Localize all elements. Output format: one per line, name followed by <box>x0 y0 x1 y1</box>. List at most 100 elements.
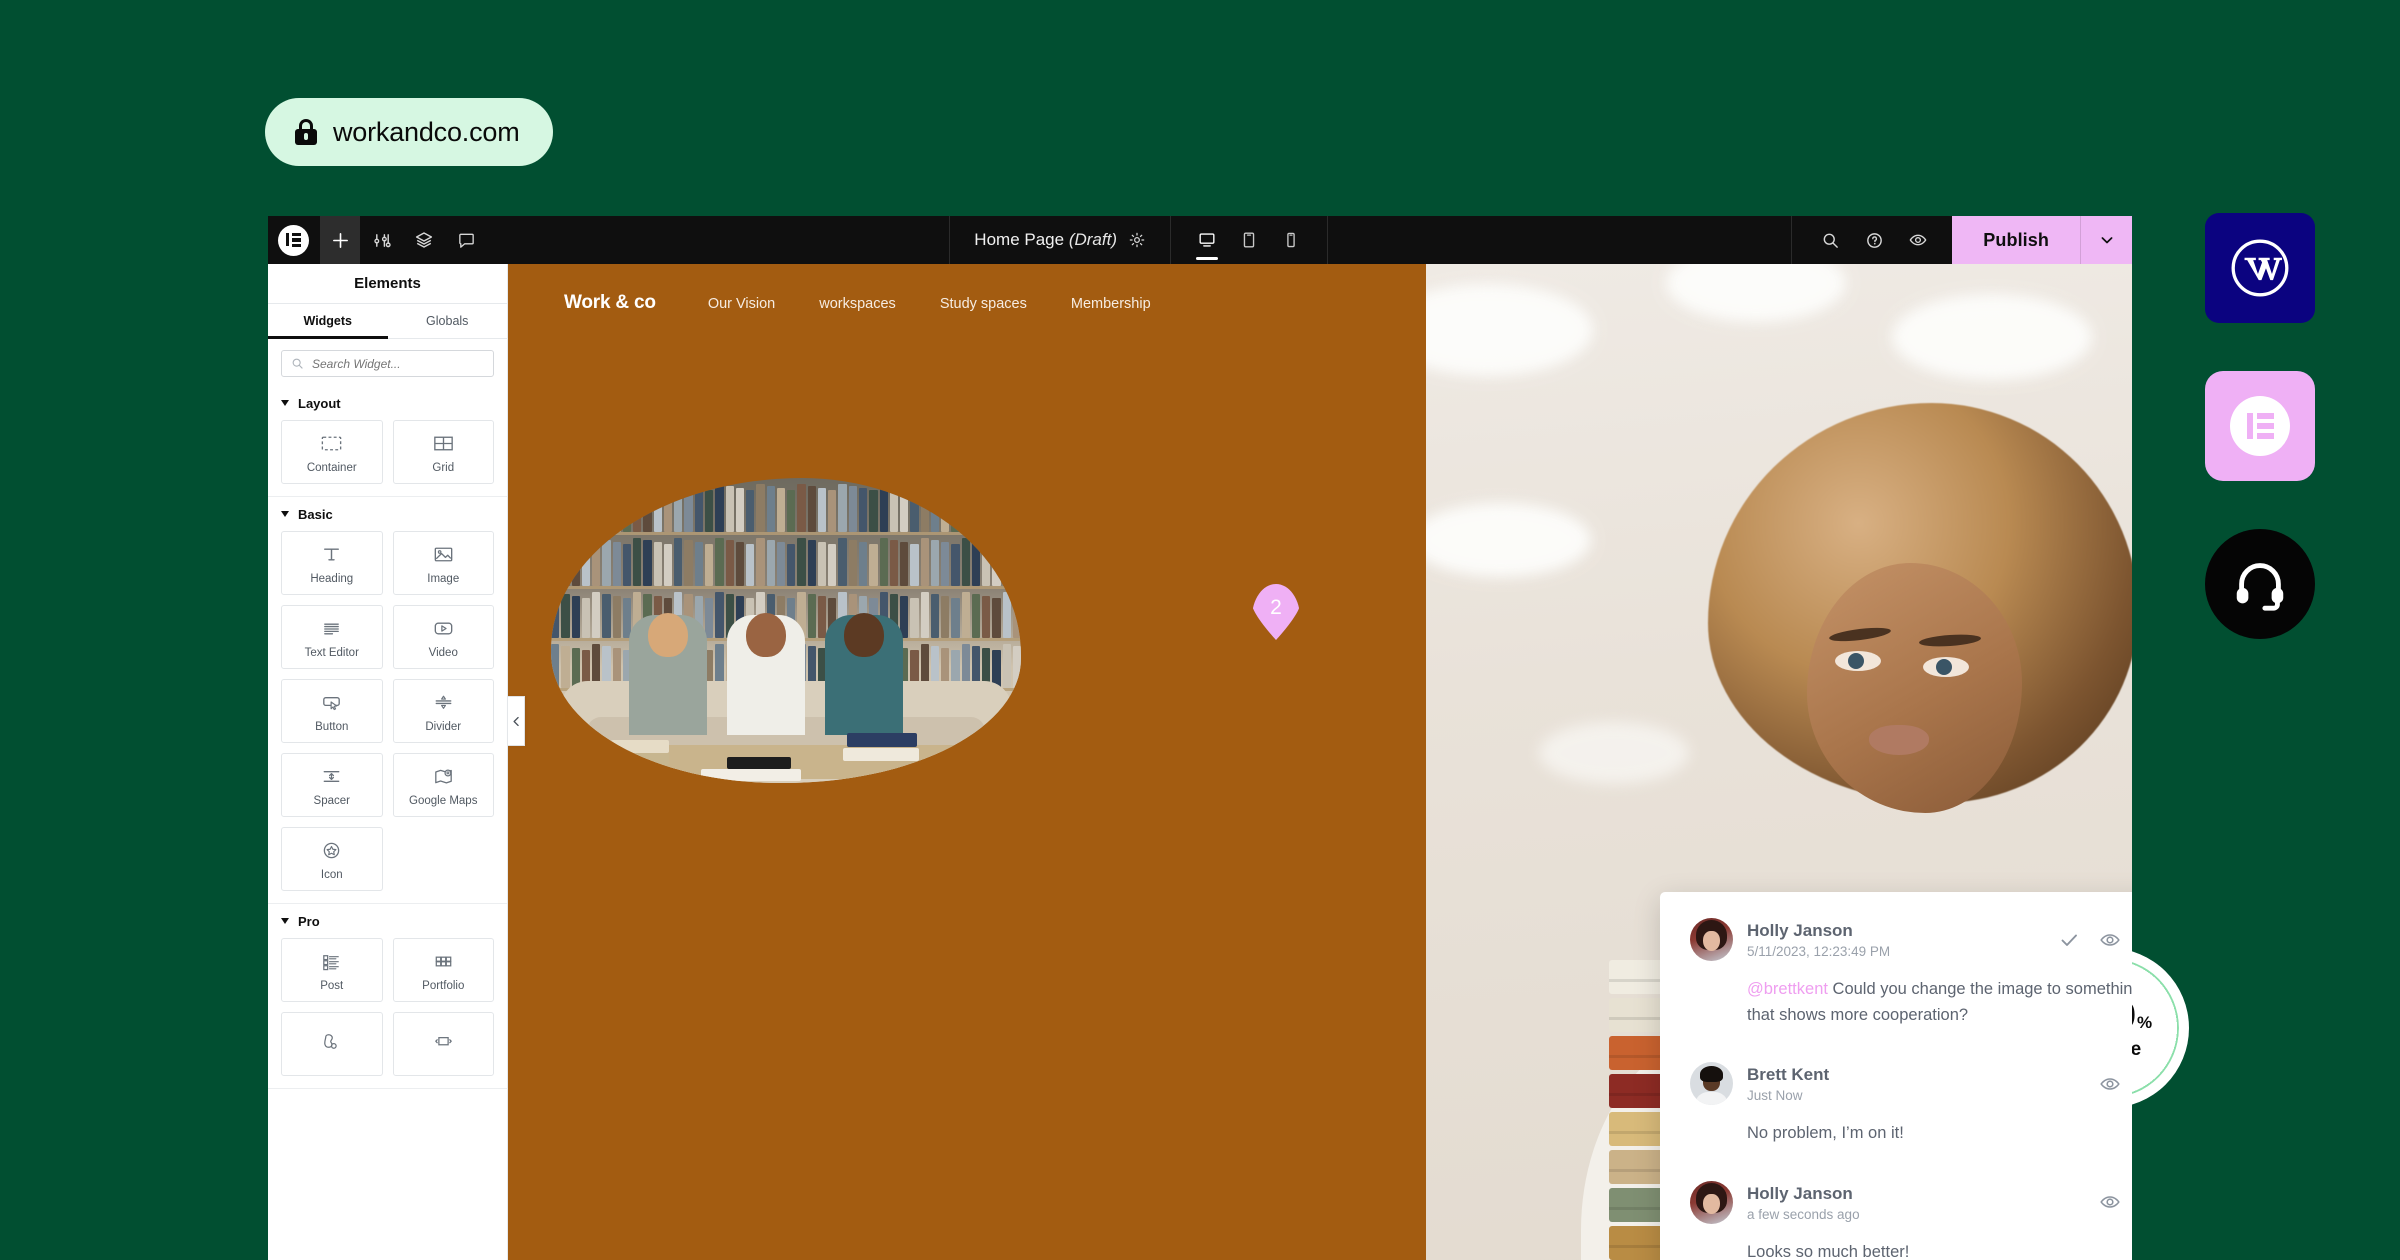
nav-link-our-vision[interactable]: Our Vision <box>708 296 775 312</box>
post-list-icon <box>323 954 340 970</box>
add-element-button[interactable] <box>320 216 360 264</box>
star-icon <box>323 842 340 858</box>
wordpress-icon <box>2231 239 2289 297</box>
gear-icon[interactable] <box>1128 231 1146 249</box>
badge-elementor[interactable] <box>2205 371 2315 481</box>
toolbar-right-group: Publish <box>1791 216 2132 264</box>
note-mention[interactable]: @brettkent <box>1747 980 1828 998</box>
widget-label: Text Editor <box>304 646 359 659</box>
hero-library-image[interactable] <box>551 478 1021 783</box>
tab-globals[interactable]: Globals <box>388 304 508 338</box>
tab-widgets[interactable]: Widgets <box>268 304 388 339</box>
publish-button[interactable]: Publish <box>1952 216 2080 264</box>
comment-marker-pin[interactable]: 2 <box>1252 584 1300 640</box>
site-settings-button[interactable] <box>362 216 402 264</box>
widget-label: Grid <box>432 461 455 474</box>
note-author: Holly Janson <box>1747 1183 1853 1203</box>
publish-options-button[interactable] <box>2080 216 2132 264</box>
toolbar-left-group <box>268 216 486 264</box>
widget-google-maps[interactable]: Google Maps <box>392 753 494 817</box>
page-canvas: Work & co Our Vision workspaces Study sp… <box>508 264 2132 1260</box>
section-layout: Layout Container Grid <box>268 386 507 497</box>
plus-icon <box>332 232 348 248</box>
eye-icon <box>1909 234 1927 246</box>
widget-gallery[interactable] <box>281 1012 383 1076</box>
panel-title: Elements <box>268 264 507 304</box>
badge-support[interactable] <box>2205 529 2315 639</box>
note-text: No problem, I’m on it! <box>1747 1124 1904 1143</box>
avatar <box>1690 1180 1733 1224</box>
avatar <box>1690 1062 1733 1106</box>
text-editor-icon <box>324 623 340 634</box>
note-author: Holly Janson <box>1747 920 1853 940</box>
google-maps-icon <box>434 769 452 783</box>
publish-group[interactable]: Publish <box>1952 216 2132 264</box>
widget-icon[interactable]: Icon <box>281 827 383 891</box>
site-logo[interactable]: Work & co <box>564 292 656 314</box>
widget-label: Video <box>428 646 458 659</box>
widget-grid[interactable]: Grid <box>392 420 494 484</box>
nav-link-membership[interactable]: Membership <box>1071 296 1151 312</box>
mobile-icon <box>1287 232 1295 248</box>
chevron-down-icon <box>2101 237 2112 244</box>
widget-search-box[interactable] <box>281 350 494 377</box>
search-input[interactable] <box>312 356 484 371</box>
note-timestamp: 5/11/2023, 12:23:49 PM <box>1747 944 1891 960</box>
preview-button[interactable] <box>1898 216 1938 264</box>
device-desktop[interactable] <box>1189 216 1225 264</box>
widget-portfolio[interactable]: Portfolio <box>392 938 494 1002</box>
section-pro: Pro Post Portfolio <box>268 904 507 1089</box>
notes-comments-button[interactable] <box>446 216 486 264</box>
widget-image[interactable]: Image <box>392 531 494 595</box>
heading-icon <box>324 547 340 561</box>
widget-heading[interactable]: Heading <box>281 531 383 595</box>
widget-video[interactable]: Video <box>392 605 494 669</box>
note-timestamp: a few seconds ago <box>1747 1206 1860 1222</box>
video-icon <box>434 622 453 634</box>
widget-button[interactable]: Button <box>281 679 383 743</box>
eye-icon[interactable] <box>2099 1073 2121 1095</box>
portfolio-grid-icon <box>435 956 452 966</box>
help-button[interactable] <box>1854 216 1894 264</box>
uptime-unit: % <box>2136 1013 2152 1032</box>
finder-search-button[interactable] <box>1810 216 1850 264</box>
sliders-icon <box>373 233 391 247</box>
browser-domain: workandco.com <box>333 116 520 147</box>
widget-text-editor[interactable]: Text Editor <box>281 605 383 669</box>
structure-layers-button[interactable] <box>404 216 444 264</box>
eye-icon[interactable] <box>2099 1191 2121 1213</box>
widget-container[interactable]: Container <box>281 420 383 484</box>
device-tablet[interactable] <box>1231 216 1267 264</box>
image-icon <box>434 547 453 561</box>
widget-label: Google Maps <box>409 794 478 807</box>
widget-post[interactable]: Post <box>281 938 383 1002</box>
elementor-icon <box>2230 396 2290 456</box>
section-header-pro[interactable]: Pro <box>281 904 494 938</box>
elementor-logo-icon[interactable] <box>278 224 309 256</box>
comment-marker-count: 2 <box>1270 596 1282 619</box>
eye-icon[interactable] <box>2099 929 2121 951</box>
gallery-icon <box>324 1033 337 1049</box>
widget-label: Divider <box>425 720 462 733</box>
widget-divider[interactable]: Divider <box>392 679 494 743</box>
section-header-basic[interactable]: Basic <box>281 497 494 531</box>
section-title: Pro <box>298 913 320 929</box>
nav-link-study-spaces[interactable]: Study spaces <box>940 296 1027 312</box>
badge-wordpress[interactable] <box>2205 213 2315 323</box>
editor-toolbar: Home Page (Draft) Publish <box>268 216 2132 264</box>
widget-carousel[interactable] <box>392 1012 494 1076</box>
browser-url-pill[interactable]: workandco.com <box>265 98 554 166</box>
widget-spacer[interactable]: Spacer <box>281 753 383 817</box>
container-icon <box>321 436 342 450</box>
section-title: Basic <box>298 506 333 522</box>
note-author: Brett Kent <box>1747 1065 1830 1085</box>
page-title-group[interactable]: Home Page (Draft) <box>949 216 1171 264</box>
section-header-layout[interactable]: Layout <box>281 386 494 420</box>
headset-icon <box>2236 563 2284 611</box>
resolve-check-icon[interactable] <box>2058 929 2080 951</box>
panel-collapse-button[interactable] <box>508 696 525 746</box>
nav-link-workspaces[interactable]: workspaces <box>819 296 896 312</box>
site-navigation: Work & co Our Vision workspaces Study sp… <box>564 292 1195 314</box>
section-title: Layout <box>298 395 341 411</box>
device-mobile[interactable] <box>1273 216 1309 264</box>
